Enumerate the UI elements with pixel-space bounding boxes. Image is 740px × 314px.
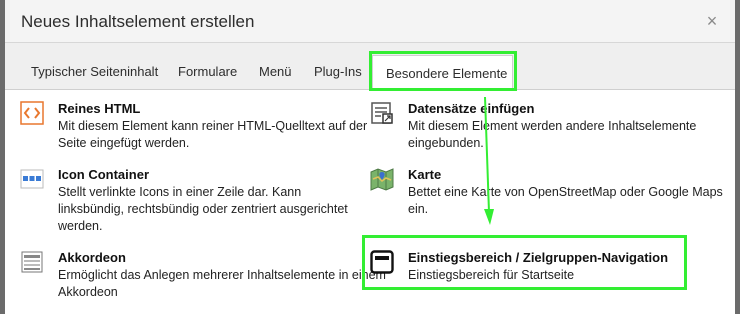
tab-bar: Typischer Seiteninhalt Formulare Menü Pl… xyxy=(5,43,735,90)
element-title: Einstiegsbereich / Zielgruppen-Navigatio… xyxy=(408,250,669,265)
element-map[interactable]: Karte Bettet eine Karte von OpenStreetMa… xyxy=(370,167,730,217)
dialog-title: Neues Inhaltselement erstellen xyxy=(21,12,255,31)
accordion-icon xyxy=(21,251,43,273)
element-accordion[interactable]: Akkordeon Ermöglicht das Anlegen mehrere… xyxy=(20,250,400,300)
tab-plugins[interactable]: Plug-Ins xyxy=(314,64,362,79)
element-description: Ermöglicht das Anlegen mehrerer Inhaltse… xyxy=(58,268,386,299)
element-title: Datensätze einfügen xyxy=(408,101,535,116)
element-description: Mit diesem Element kann reiner HTML-Quel… xyxy=(58,119,368,150)
entry-area-icon xyxy=(370,250,394,274)
tab-forms[interactable]: Formulare xyxy=(178,64,237,79)
close-button[interactable]: × xyxy=(703,11,721,31)
element-entry-area[interactable]: Einstiegsbereich / Zielgruppen-Navigatio… xyxy=(370,250,690,286)
element-html[interactable]: Reines HTML Mit diesem Element kann rein… xyxy=(20,101,400,151)
new-content-element-dialog: Neues Inhaltselement erstellen × Typisch… xyxy=(5,0,735,314)
insert-records-icon xyxy=(371,102,393,124)
element-description: Mit diesem Element werden andere Inhalts… xyxy=(408,119,697,150)
html-code-icon xyxy=(20,101,44,125)
tab-special-elements-label: Besondere Elemente xyxy=(386,66,508,81)
element-title: Karte xyxy=(408,167,442,182)
tab-typical-content[interactable]: Typischer Seiteninhalt xyxy=(31,64,158,79)
element-title: Icon Container xyxy=(58,167,150,182)
tab-special-elements[interactable]: Besondere Elemente xyxy=(372,55,513,90)
element-description: Einstiegsbereich für Startseite xyxy=(408,268,575,282)
element-insert-records[interactable]: Datensätze einfügen Mit diesem Element w… xyxy=(370,101,730,151)
element-description: Bettet eine Karte von OpenStreetMap oder… xyxy=(408,185,723,216)
element-icon-container[interactable]: Icon Container Stellt verlinkte Icons in… xyxy=(20,167,400,235)
element-title: Reines HTML xyxy=(58,101,141,116)
tab-menu[interactable]: Menü xyxy=(259,64,292,79)
dialog-header: Neues Inhaltselement erstellen × xyxy=(5,0,735,43)
map-icon xyxy=(370,168,394,191)
element-description: Stellt verlinkte Icons in einer Zeile da… xyxy=(58,185,348,233)
element-title: Akkordeon xyxy=(58,250,126,265)
icon-container-icon xyxy=(20,169,44,189)
